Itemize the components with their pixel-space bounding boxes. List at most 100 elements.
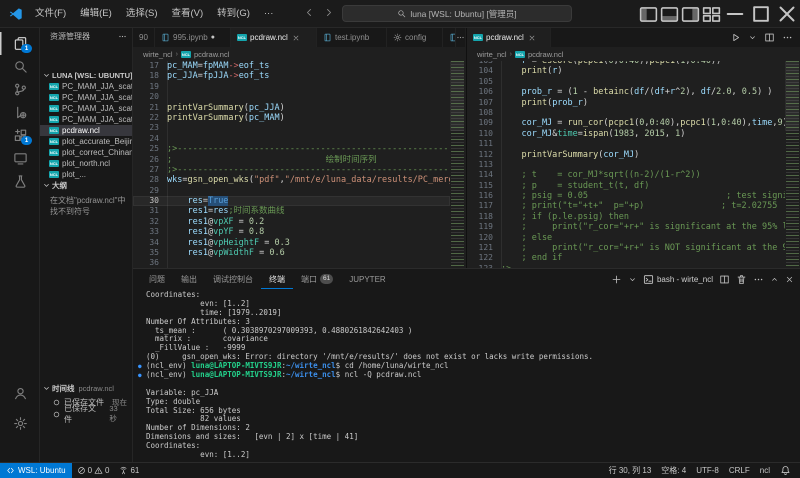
editor-tab-pcdraw.ncl[interactable]: NCLpcdraw.ncl	[467, 28, 551, 47]
toggle-sidebar-icon[interactable]	[638, 0, 659, 28]
file-item[interactable]: NCLplot_...	[40, 169, 132, 180]
tab-label: 90	[139, 33, 148, 42]
customize-layout-icon[interactable]	[701, 0, 722, 28]
language-mode[interactable]: ncl	[755, 466, 775, 475]
editor-tab-partial[interactable]	[443, 28, 456, 47]
close-tab-icon[interactable]	[292, 34, 300, 42]
ports-indicator[interactable]: 61	[114, 466, 144, 475]
more-tabs-icon[interactable]	[456, 28, 465, 47]
kill-terminal-icon[interactable]	[736, 274, 747, 285]
activity-item-remote-explorer[interactable]	[0, 147, 40, 170]
menu-item[interactable]: 转到(G)	[210, 0, 257, 28]
ellipsis-icon[interactable]	[782, 32, 793, 43]
editor-tab-config[interactable]: config	[387, 28, 443, 47]
workspace-section-header[interactable]: LUNA [WSL: UBUNTU]	[40, 70, 132, 81]
play-icon[interactable]	[730, 32, 741, 43]
editor-tab-pcdraw.ncl[interactable]: NCLpcdraw.ncl	[231, 28, 317, 47]
file-item[interactable]: NCLPC_MAM_JJA_scatter_...	[40, 92, 132, 103]
code-text	[167, 82, 450, 92]
breadcrumb-folder[interactable]: wirte_ncl	[143, 50, 173, 59]
breadcrumb-folder[interactable]: wirte_ncl	[477, 50, 507, 59]
activity-item-testing[interactable]	[0, 170, 40, 193]
split-terminal-icon[interactable]	[719, 274, 730, 285]
close-window-button[interactable]	[774, 0, 800, 28]
terminal-selector[interactable]: bash - wirte_ncl	[643, 274, 713, 285]
activity-item-extensions[interactable]: 1	[0, 124, 40, 147]
more-actions-icon[interactable]	[753, 274, 764, 285]
menu-item[interactable]: 查看(V)	[164, 0, 210, 28]
terminal-text: (ncl_env) luna@LAPTOP-MIVTS9JR:~/wirte_n…	[146, 371, 796, 380]
encoding[interactable]: UTF-8	[691, 466, 724, 475]
indentation[interactable]: 空格: 4	[656, 465, 691, 476]
file-item[interactable]: NCLplot_accurate_Beijing...	[40, 136, 132, 147]
chevron-down-icon	[42, 181, 51, 190]
eol-sequence[interactable]: CRLF	[724, 466, 755, 475]
panel-tab-终端[interactable]: 终端	[261, 269, 293, 289]
panel-tab-JUPYTER[interactable]: JUPYTER	[341, 269, 393, 289]
line-number: 27	[133, 165, 167, 175]
file-item[interactable]: NCLplot_north.ncl	[40, 158, 132, 169]
panel-tab-问题[interactable]: 问题	[141, 269, 173, 289]
panel-tab-调试控制台[interactable]: 调试控制台	[205, 269, 261, 289]
command-center-search[interactable]: luna [WSL: Ubuntu] [管理员]	[342, 5, 572, 22]
editor-tab-995.ipynb[interactable]: 995.ipynb●	[155, 28, 231, 47]
menu-item[interactable]: 编辑(E)	[73, 0, 119, 28]
file-item[interactable]: NCLpcdraw.ncl	[40, 125, 132, 136]
new-terminal-icon[interactable]	[611, 274, 622, 285]
maximize-button[interactable]	[748, 0, 774, 28]
line-number: 29	[133, 186, 167, 196]
code-text: ; print("r_cor="+r+" is significant at t…	[501, 222, 785, 232]
split-icon[interactable]	[764, 32, 775, 43]
explorer-actions-icon[interactable]	[118, 32, 127, 41]
timeline-section-header[interactable]: 时间线 pcdraw.ncl	[40, 383, 132, 394]
chev-down-icon[interactable]	[748, 33, 757, 42]
tab-label: pcdraw.ncl	[486, 33, 524, 42]
forward-arrow-icon[interactable]	[323, 7, 334, 18]
maximize-panel-icon[interactable]	[770, 275, 779, 284]
timeline-item[interactable]: 已保存文件33 秒	[40, 408, 132, 420]
terminal-output[interactable]: Coordinates: evn: [1..2] time: [1979..20…	[136, 291, 796, 460]
code-editor-left[interactable]: 17pc_MAM=fpMAM->eof_ts18pc_JJA=fpJJA->eo…	[133, 61, 450, 268]
toggle-panel-icon[interactable]	[659, 0, 680, 28]
activity-item-source-control[interactable]	[0, 78, 40, 101]
command-decoration-icon	[136, 451, 146, 460]
cursor-position[interactable]: 行 30, 列 13	[604, 465, 657, 476]
activity-item-search[interactable]	[0, 55, 40, 78]
menu-item[interactable]: ···	[257, 0, 281, 28]
activity-item-explorer[interactable]: 1	[0, 32, 40, 55]
notifications-bell-icon[interactable]	[775, 465, 796, 476]
close-tab-icon[interactable]	[528, 34, 536, 42]
terminal-line: ts_mean : ( 0.3038970297009393, 0.488026…	[136, 327, 796, 336]
command-decoration-icon	[136, 380, 146, 389]
panel-tab-端口[interactable]: 端口61	[293, 269, 341, 289]
problems-indicator[interactable]: 0 0	[72, 466, 115, 475]
editor-tab-test.ipynb[interactable]: test.ipynb	[317, 28, 387, 47]
toggle-secondary-sidebar-icon[interactable]	[680, 0, 701, 28]
file-item[interactable]: NCLPC_MAM_JJA_scatter.ncl	[40, 81, 132, 92]
minimize-button[interactable]	[722, 0, 748, 28]
panel-tab-输出[interactable]: 输出	[173, 269, 205, 289]
remote-indicator[interactable]: WSL: Ubuntu	[0, 463, 72, 478]
menu-item[interactable]: 选择(S)	[119, 0, 165, 28]
minimap[interactable]	[786, 61, 799, 268]
terminal-profile-dropdown-icon[interactable]	[628, 275, 637, 284]
minimap[interactable]	[451, 61, 464, 268]
close-panel-icon[interactable]	[785, 275, 794, 284]
activity-item-settings[interactable]	[0, 412, 40, 435]
breadcrumb-file[interactable]: pcdraw.ncl	[194, 50, 229, 59]
file-item[interactable]: NCLPC_MAM_JJA_scatter_...	[40, 103, 132, 114]
breadcrumb-file[interactable]: pcdraw.ncl	[528, 50, 563, 59]
breadcrumb[interactable]: wirte_ncl › NCL pcdraw.ncl	[133, 48, 465, 61]
activity-item-run-debug[interactable]	[0, 101, 40, 124]
breadcrumb[interactable]: wirte_ncl › NCL pcdraw.ncl	[467, 48, 800, 61]
editor-tab-90[interactable]: 90	[133, 28, 155, 47]
remote-explorer-icon	[13, 151, 28, 166]
code-editor-right[interactable]: 103 r = escorc(pcpc1(0,0:40),pcpc1(1,0:4…	[467, 56, 785, 268]
ncl-file-icon: NCL	[473, 34, 483, 41]
back-arrow-icon[interactable]	[304, 7, 315, 18]
menu-item[interactable]: 文件(F)	[28, 0, 73, 28]
file-item[interactable]: NCLplot_correct_Chinama...	[40, 147, 132, 158]
activity-item-account[interactable]	[0, 382, 40, 405]
file-item[interactable]: NCLPC_MAM_JJA_scatter....	[40, 114, 132, 125]
outline-section-header[interactable]: 大纲	[40, 180, 132, 191]
